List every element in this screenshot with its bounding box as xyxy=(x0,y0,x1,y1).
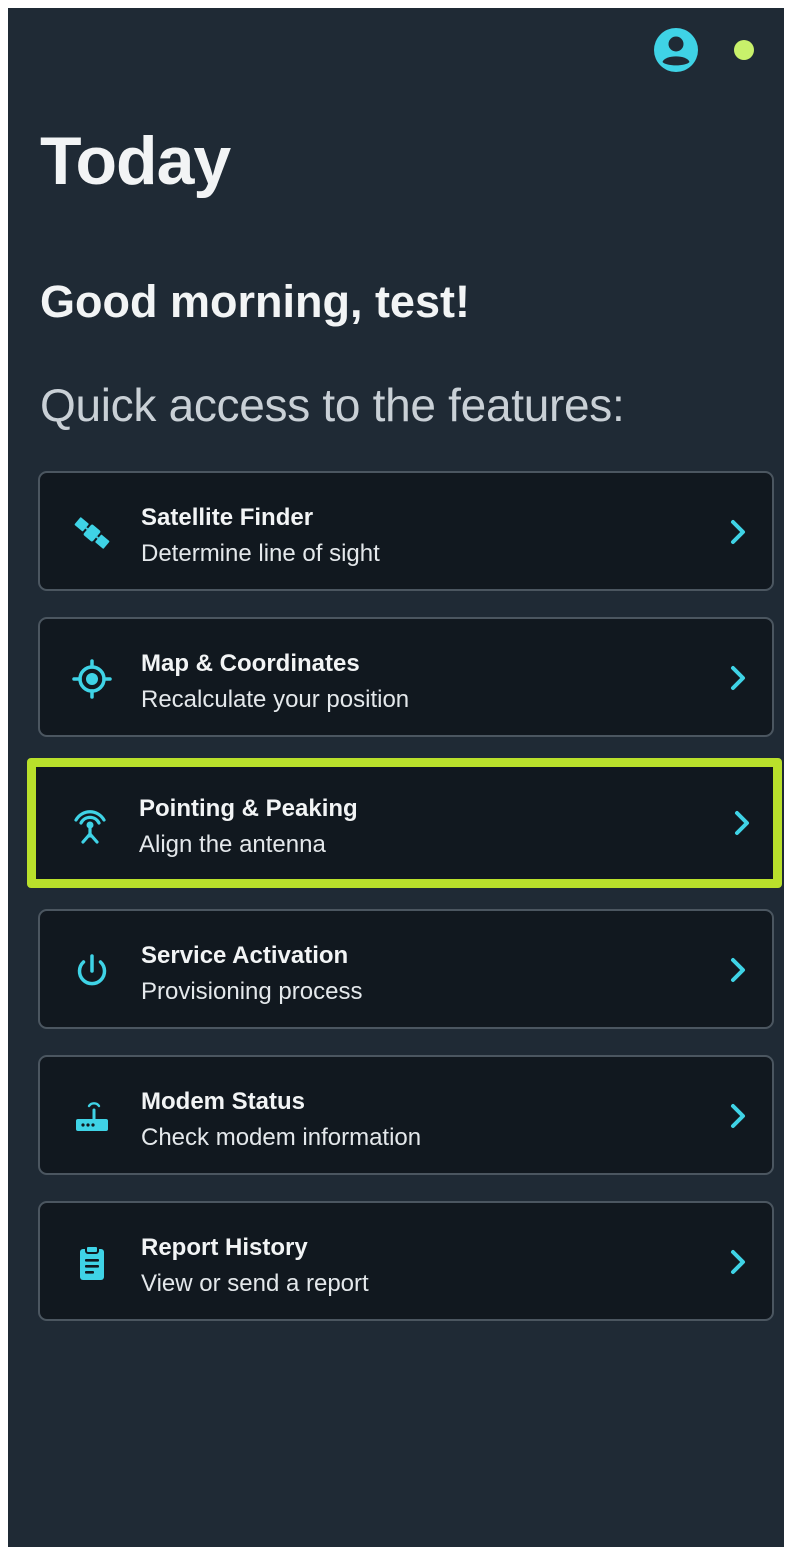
feature-title: Report History xyxy=(141,1234,308,1261)
feature-title: Modem Status xyxy=(141,1088,306,1115)
feature-card-modem-status[interactable]: Modem Status Check modem information xyxy=(38,1055,774,1175)
feature-subtitle: Provisioning process xyxy=(141,978,363,1005)
feature-card-report-history[interactable]: Report History View or send a report xyxy=(38,1201,774,1321)
satellite-icon xyxy=(74,517,110,549)
crosshair-location-icon xyxy=(72,659,112,699)
clipboard-report-icon xyxy=(80,1245,104,1280)
feature-card-pointing-peaking[interactable]: Pointing & Peaking Align the antenna xyxy=(27,758,782,888)
feature-title: Pointing & Peaking xyxy=(139,795,358,822)
feature-list: Satellite Finder Determine line of sight… xyxy=(27,471,782,1347)
antenna-signal-icon xyxy=(74,810,106,844)
status-indicator-dot xyxy=(734,40,754,60)
chevron-right-icon xyxy=(731,666,745,690)
today-screen: Today Good morning, test! Quick access t… xyxy=(8,8,784,1547)
feature-subtitle: Align the antenna xyxy=(139,831,326,858)
feature-subtitle: Recalculate your position xyxy=(141,686,410,713)
feature-subtitle: Determine line of sight xyxy=(141,540,380,567)
feature-card-service-activation[interactable]: Service Activation Provisioning process xyxy=(38,909,774,1029)
feature-title: Service Activation xyxy=(141,942,349,969)
power-icon xyxy=(77,954,107,986)
greeting-text: Good morning, test! xyxy=(40,276,470,327)
chevron-right-icon xyxy=(731,1250,745,1274)
feature-card-satellite-finder[interactable]: Satellite Finder Determine line of sight xyxy=(38,471,774,591)
feature-title: Satellite Finder xyxy=(141,504,314,531)
quick-access-heading: Quick access to the features: xyxy=(40,379,625,431)
feature-subtitle: Check modem information xyxy=(141,1124,422,1151)
chevron-right-icon xyxy=(735,811,749,835)
feature-card-map-coordinates[interactable]: Map & Coordinates Recalculate your posit… xyxy=(38,617,774,737)
chevron-right-icon xyxy=(731,520,745,544)
chevron-right-icon xyxy=(731,958,745,982)
feature-title: Map & Coordinates xyxy=(141,650,360,677)
modem-router-icon xyxy=(76,1102,108,1131)
feature-subtitle: View or send a report xyxy=(141,1270,369,1297)
page-title: Today xyxy=(40,123,231,199)
chevron-right-icon xyxy=(731,1104,745,1128)
account-circle-icon[interactable] xyxy=(653,27,699,73)
